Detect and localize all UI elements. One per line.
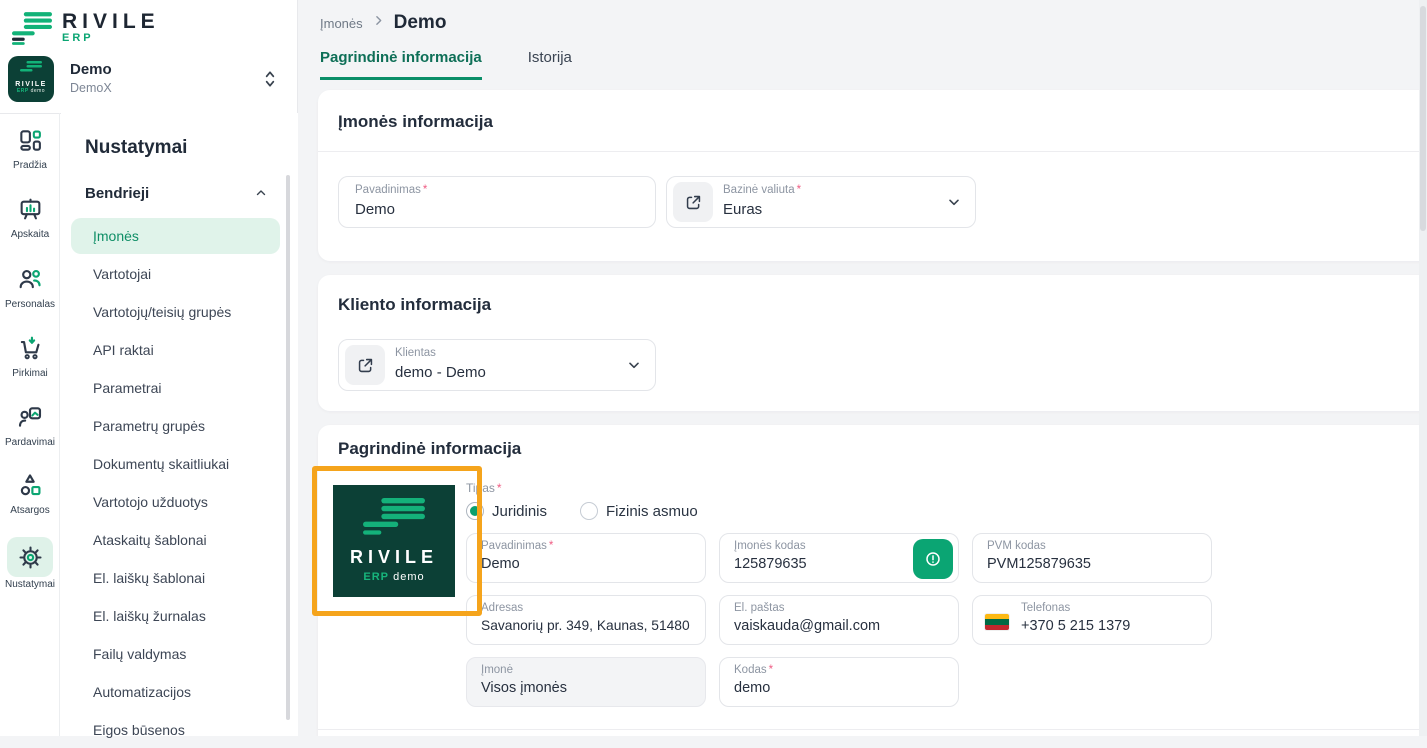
workspace-logo: RIVILE ERP demo [8,56,54,102]
sidebar-item-imones[interactable]: Įmonės [71,218,280,254]
sidebar-item-eigos-busenos[interactable]: Eigos būsenos [71,712,280,748]
required-asterisk: * [423,184,427,196]
external-link-button[interactable] [345,345,385,385]
sidebar-item-failu-valdymas[interactable]: Failų valdymas [71,636,280,672]
settings-sidebar: Nustatymai Bendrieji Įmonės Vartotojai V… [61,113,298,736]
sidebar-item-api-raktai[interactable]: API raktai [71,332,280,368]
required-asterisk: * [549,540,553,552]
cart-icon [17,348,43,365]
card-kliento-informacija: Kliento informacija Klientas demo - Demo [318,275,1427,411]
rail-item-pirkimai[interactable]: Pirkimai [0,335,60,379]
section-title: Įmonės informacija [338,112,493,132]
inventory-icon [17,485,43,502]
workspace-code: DemoX [70,81,112,95]
sidebar-item-vartotoju-teisiu-grupes[interactable]: Vartotojų/teisių grupės [71,294,280,330]
sidebar-item-parametru-grupes[interactable]: Parametrų grupės [71,408,280,444]
section-title: Kliento informacija [338,295,491,315]
chevron-down-icon [626,357,642,378]
rivile-logo-icon [12,12,52,50]
app-logo: RIVILE ERP [12,12,160,50]
lithuania-flag-icon [985,614,1009,630]
sidebar-item-el-laisku-sablonai[interactable]: El. laiškų šablonai [71,560,280,596]
sales-icon [17,417,43,434]
page-title: Demo [394,12,447,34]
tab-pagrindine-informacija[interactable]: Pagrindinė informacija [320,49,482,80]
sidebar-scrollbar[interactable] [286,175,290,720]
radio-juridinis[interactable]: Juridinis [466,502,547,520]
radio-fizinis-asmuo[interactable]: Fizinis asmuo [580,502,698,520]
imones-kodas-field[interactable]: Įmonės kodas 125879635 [719,533,959,583]
adresas-field[interactable]: Adresas Savanorių pr. 349, Kaunas, 51480 [466,595,706,645]
brand-product: ERP [62,32,160,44]
dashboard-icon [18,140,43,157]
imone-field: Įmonė Visos įmonės [466,657,706,707]
main-content: Įmonės Demo Pagrindinė informacija Istor… [298,0,1427,736]
section-title: Pagrindinė informacija [338,439,521,459]
workspace-selector[interactable]: RIVILE ERP demo Demo DemoX [8,56,290,106]
breadcrumb-parent[interactable]: Įmonės [320,16,363,31]
registry-check-button[interactable] [913,539,953,579]
tipas-label: Tipas* [466,481,502,495]
chevron-updown-icon [262,68,278,95]
main-scrollbar[interactable] [1419,0,1427,736]
klientas-select[interactable]: Klientas demo - Demo [338,339,656,391]
left-panel: RIVILE ERP RIVILE ERP demo Demo DemoX [0,0,298,736]
rail-item-personalas[interactable]: Personalas [0,266,60,310]
required-asterisk: * [497,481,502,495]
gear-icon [7,537,53,577]
logo-subtitle: ERP demo [333,571,455,583]
divider [318,151,1427,152]
pavadinimas-field-2[interactable]: Pavadinimas* Demo [466,533,706,583]
required-asterisk: * [797,184,801,196]
logo-title: RIVILE [333,547,455,568]
external-link-icon [684,193,703,212]
tab-bar: Pagrindinė informacija Istorija [320,49,572,80]
chevron-right-icon [372,14,385,32]
rail-item-pardavimai[interactable]: Pardavimai [0,404,60,448]
pavadinimas-field[interactable]: Pavadinimas* Demo [338,176,656,228]
workspace-logo-title: RIVILE [8,81,54,88]
workspace-name: Demo [70,61,112,78]
sidebar-item-vartotojo-uzduotys[interactable]: Vartotojo užduotys [71,484,280,520]
divider [318,729,1427,730]
sidebar-item-dokumentu-skaitliukai[interactable]: Dokumentų skaitliukai [71,446,280,482]
chevron-down-icon [946,194,962,215]
nav-rail: Pradžia Apskaita [0,113,60,736]
sidebar-group-bendrieji[interactable]: Bendrieji [85,181,268,207]
workspace-logo-sub: ERP demo [8,88,54,94]
rail-item-atsargos[interactable]: Atsargos [0,472,60,516]
company-logo-image[interactable]: RIVILE ERP demo [333,485,455,597]
el-pastas-field[interactable]: El. paštas vaiskauda@gmail.com [719,595,959,645]
pvm-kodas-field[interactable]: PVM kodas PVM125879635 [972,533,1212,583]
chart-board-icon [18,209,43,226]
tab-istorija[interactable]: Istorija [528,49,572,80]
chevron-up-icon [254,186,268,205]
telefonas-field[interactable]: Telefonas +370 5 215 1379 [972,595,1212,645]
sidebar-item-parametrai[interactable]: Parametrai [71,370,280,406]
radio-selected-icon [466,502,484,520]
radio-unselected-icon [580,502,598,520]
sidebar-title: Nustatymai [85,137,187,159]
sidebar-item-vartotojai[interactable]: Vartotojai [71,256,280,292]
sidebar-item-ataskaitu-sablonai[interactable]: Ataskaitų šablonai [71,522,280,558]
card-pagrindine-informacija: Pagrindinė informacija RIVILE ERP demo T… [318,425,1427,736]
breadcrumb: Įmonės Demo [320,12,446,34]
external-link-button[interactable] [673,182,713,222]
card-imones-informacija: Įmonės informacija Pavadinimas* Demo Baz… [318,90,1427,261]
sidebar-item-el-laisku-zurnalas[interactable]: El. laiškų žurnalas [71,598,280,634]
main-scrollbar-thumb[interactable] [1420,6,1426,231]
brand-name: RIVILE [62,12,160,32]
sidebar-item-automatizacijos[interactable]: Automatizacijos [71,674,280,710]
bazine-valiuta-select[interactable]: Bazinė valiuta* Euras [666,176,976,228]
required-asterisk: * [769,664,773,676]
external-link-icon [356,356,375,375]
kodas-field[interactable]: Kodas* demo [719,657,959,707]
alert-circle-icon [923,549,943,569]
users-icon [17,279,43,296]
rail-item-pradzia[interactable]: Pradžia [0,128,60,171]
rail-item-nustatymai[interactable]: Nustatymai [0,537,60,590]
rail-item-apskaita[interactable]: Apskaita [0,197,60,240]
